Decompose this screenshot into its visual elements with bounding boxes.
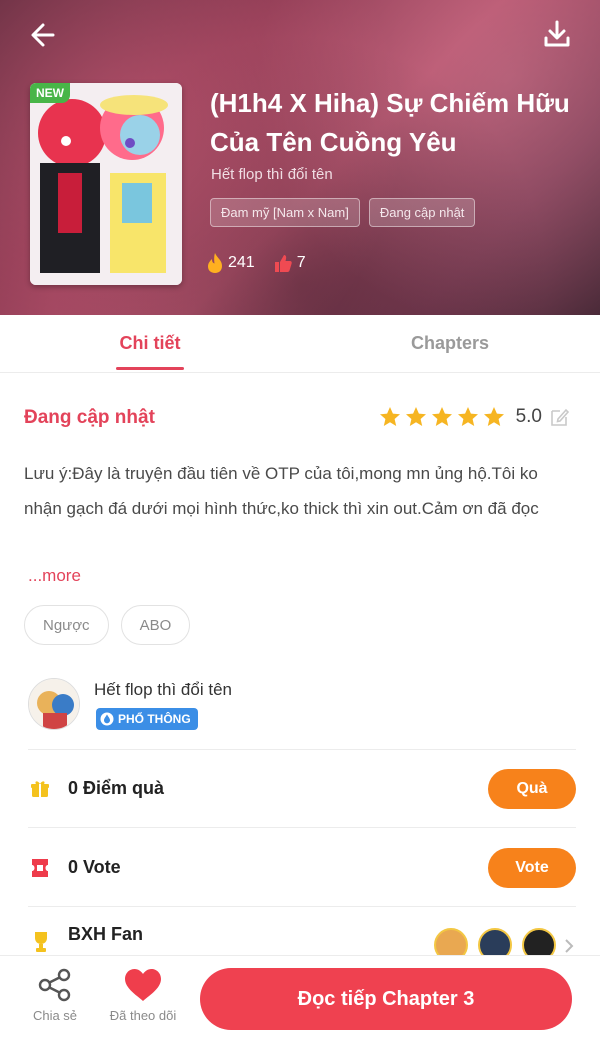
share-icon	[38, 968, 71, 1002]
rating[interactable]: 5.0	[378, 405, 570, 429]
star-icon	[379, 407, 400, 426]
follow-button[interactable]: Đã theo dõi	[103, 968, 183, 1023]
likes-count: 7	[296, 254, 306, 271]
arrow-left-icon	[31, 23, 55, 47]
views-count: 241	[228, 254, 255, 271]
star-icon	[431, 407, 452, 426]
story-title: (H1h4 X Hiha) Sự Chiếm Hữu Của Tên Cuồng…	[210, 88, 570, 157]
trophy-icon	[35, 932, 47, 952]
ticket-icon	[28, 856, 52, 880]
tab-bar: Chi tiết Chapters	[0, 315, 600, 373]
rating-value: 5.0	[515, 406, 542, 427]
fire-icon	[208, 253, 222, 273]
level-label: PHỔ THÔNG	[118, 712, 191, 726]
more-link[interactable]: ...more	[28, 566, 81, 586]
views-stat: 241	[206, 252, 255, 274]
download-icon	[544, 20, 570, 47]
cover-art	[30, 83, 182, 285]
genre-tag[interactable]: ABO	[120, 605, 191, 645]
new-badge: NEW	[30, 83, 70, 103]
gift-button[interactable]: Quà	[488, 768, 576, 809]
genre-tags: Ngược ABO	[24, 605, 191, 645]
star-icon	[483, 407, 504, 426]
tag-category[interactable]: Đam mỹ [Nam x Nam]	[210, 198, 360, 227]
back-button[interactable]	[26, 18, 60, 52]
gift-row: 0 Điểm quà Quà	[28, 750, 576, 828]
avatar[interactable]	[28, 678, 80, 730]
tab-chapters[interactable]: Chapters	[300, 315, 600, 372]
likes-stat: 7	[273, 253, 306, 273]
heart-icon	[125, 969, 161, 1001]
level-badge: PHỔ THÔNG	[96, 708, 198, 730]
vote-count: 0 Vote	[68, 857, 121, 877]
gift-points: 0 Điểm quà	[68, 778, 165, 798]
tag-status[interactable]: Đang cập nhật	[368, 198, 476, 227]
chevron-right-icon	[565, 939, 574, 953]
genre-tag[interactable]: Ngược	[24, 605, 109, 645]
story-description: Lưu ý:Đây là truyện đầu tiên về OTP của …	[24, 464, 539, 518]
bottom-action-bar: Chia sẻ Đã theo dõi Đọc tiếp Chapter 3	[0, 955, 600, 1041]
continue-reading-button[interactable]: Đọc tiếp Chapter 3	[200, 968, 572, 1030]
follow-label: Đã theo dõi	[109, 1008, 177, 1023]
share-button[interactable]: Chia sẻ	[15, 968, 95, 1023]
story-tags: Đam mỹ [Nam x Nam] Đang cập nhật	[210, 198, 476, 227]
share-label: Chia sẻ	[32, 1008, 78, 1023]
story-author[interactable]: Hết flop thì đổi tên	[211, 166, 333, 183]
author-row[interactable]: Hết flop thì đổi tên PHỔ THÔNG	[28, 675, 576, 750]
thumbs-up-icon	[274, 255, 292, 272]
gift-icon	[28, 777, 52, 801]
star-icon	[457, 407, 478, 426]
story-stats: 241 7	[206, 252, 306, 274]
vote-button[interactable]: Vote	[488, 847, 576, 888]
story-header: NEW (H1h4 X Hiha) Sự Chiếm Hữu Của Tên C…	[0, 0, 600, 315]
avatar-art	[29, 679, 79, 729]
download-button[interactable]	[542, 18, 572, 50]
tab-details[interactable]: Chi tiết	[0, 315, 300, 372]
author-name[interactable]: Hết flop thì đổi tên	[94, 680, 232, 700]
edit-icon[interactable]	[548, 406, 570, 428]
cover-image[interactable]: NEW	[30, 83, 182, 285]
fan-ranking-label: BXH Fan	[68, 924, 144, 944]
vote-row: 0 Vote Vote	[28, 829, 576, 907]
publish-status: Đang cập nhật	[24, 407, 155, 428]
drop-icon	[100, 712, 114, 726]
star-icon	[405, 407, 426, 426]
